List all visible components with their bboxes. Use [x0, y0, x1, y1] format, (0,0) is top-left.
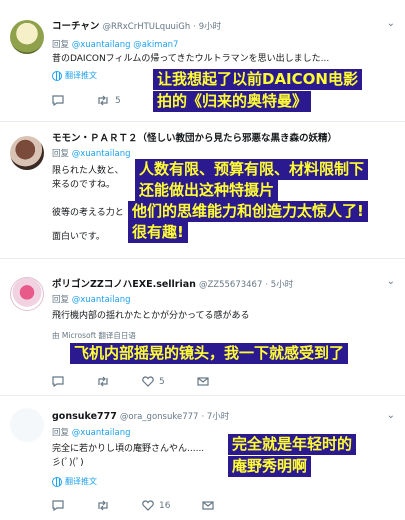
caption-line: 完全就是年轻时的 [228, 434, 357, 455]
mention-link[interactable]: @xuantailang [72, 295, 131, 305]
tweet-text-line: 彼等の考える力と [52, 208, 124, 218]
heart-icon [142, 376, 154, 387]
message-button[interactable] [202, 500, 215, 511]
mail-icon [197, 377, 209, 386]
like-button[interactable]: 5 [142, 376, 165, 387]
timestamp[interactable]: · 9小时 [193, 22, 221, 32]
reply-button[interactable] [52, 500, 64, 511]
author-row: モモン・ＰＡＲＴ２（怪しい教団から見たら邪悪な黒き森の妖精） [52, 130, 337, 144]
caption-line: 拍的《归来的奥特曼》 [153, 91, 312, 112]
caption-line: 飞机内部摇晃的镜头，我一下就感受到了 [70, 343, 349, 364]
retweet-button[interactable]: 5 [96, 95, 121, 106]
reply-icon [52, 500, 64, 511]
author-name[interactable]: コーチャン [52, 21, 99, 32]
like-count: 5 [159, 376, 165, 387]
caption-line: 他们的思维能力和创造力太惊人了! [128, 201, 368, 222]
caption-line: 很有趣! [128, 222, 188, 243]
avatar[interactable] [10, 136, 44, 170]
tweet-text-line: 限られた人数と、 [52, 166, 124, 176]
translate-label: 翻译推文 [65, 71, 97, 80]
reply-prefix: 回复 [52, 428, 70, 438]
translate-note[interactable]: 由 Microsoft 翻译自日语 [52, 329, 136, 343]
reply-context: 回复 @xuantailang [52, 426, 131, 438]
retweet-icon [98, 376, 108, 387]
author-row: コーチャン @RRxCrHTULquuiGh · 9小时 [52, 18, 221, 32]
author-handle[interactable]: @RRxCrHTULquuiGh [102, 22, 190, 32]
mention-link[interactable]: @xuantailang [72, 428, 131, 438]
author-name[interactable]: ポリゴンZZコノハEXE.sellrian [52, 279, 196, 290]
tweet-text-line: 来るのですね。 [52, 180, 116, 190]
tweet-1[interactable]: コーチャン @RRxCrHTULquuiGh · 9小时 ⌄ 回复 @xuant… [0, 0, 405, 122]
caption-line: 庵野秀明啊 [228, 456, 312, 477]
caption-line: 还能做出这种特摄片 [135, 180, 279, 201]
tweet-3[interactable]: ポリゴンZZコノハEXE.sellrian @ZZ55673467 · 5小时 … [0, 259, 405, 396]
retweet-icon [98, 500, 108, 511]
tweet-text: 飛行機内部の揺れかたとかが分かってる感がある [52, 311, 250, 321]
reply-prefix: 回复 [52, 295, 70, 305]
reply-prefix: 回复 [52, 149, 70, 159]
author-name[interactable]: gonsuke777 [52, 411, 117, 422]
caption-line: 人数有限、预算有限、材料限制下 [135, 159, 369, 180]
author-name[interactable]: モモン・ＰＡＲＴ２（怪しい教団から見たら邪悪な黒き森の妖精） [52, 133, 337, 144]
heart-icon [142, 500, 154, 511]
translate-link[interactable]: 翻译推文 [52, 476, 97, 487]
mail-icon [202, 501, 215, 510]
avatar[interactable] [10, 20, 44, 54]
globe-icon [52, 70, 62, 81]
reply-icon [52, 376, 64, 387]
mention-link[interactable]: @xuantailang [72, 149, 131, 159]
tweet-4[interactable]: gonsuke777 @ora_gonsuke777 · 7小时 ⌄ 回复 @x… [0, 396, 405, 520]
tweet-thread: コーチャン @RRxCrHTULquuiGh · 9小时 ⌄ 回复 @xuant… [0, 0, 405, 520]
tweet-text: 昔のDAICONフィルムの帰ってきたウルトラマンを思い出しました... [52, 54, 330, 64]
tweet-actions: 16 [52, 500, 246, 511]
timestamp[interactable]: · 7小时 [201, 412, 229, 422]
chevron-down-icon[interactable]: ⌄ [387, 410, 395, 421]
tweet-2[interactable]: モモン・ＰＡＲＴ２（怪しい教団から見たら邪悪な黒き森の妖精） 回复 @xuant… [0, 122, 405, 259]
message-button[interactable] [197, 376, 209, 387]
translate-link[interactable]: 翻译推文 [52, 70, 97, 81]
tweet-text-line: 完全に若かりし頃の庵野さんやん...... [52, 444, 205, 454]
retweet-button[interactable] [96, 500, 110, 511]
author-handle[interactable]: @ora_gonsuke777 [120, 412, 199, 422]
mention-link[interactable]: @xuantailang @akiman7 [72, 40, 179, 50]
reply-prefix: 回复 [52, 40, 70, 50]
tweet-text-line: 彡(ﾟ)(ﾟ) [52, 458, 84, 468]
reply-icon [52, 95, 64, 106]
like-button[interactable]: 16 [142, 500, 170, 511]
tweet-actions: 5 [52, 376, 241, 387]
avatar[interactable] [10, 408, 44, 442]
chevron-down-icon[interactable]: ⌄ [387, 276, 395, 287]
avatar[interactable] [10, 277, 44, 311]
retweet-count: 5 [115, 95, 121, 106]
author-row: ポリゴンZZコノハEXE.sellrian @ZZ55673467 · 5小时 [52, 276, 293, 290]
caption-line: 让我想起了以前DAICON电影 [153, 69, 362, 90]
reply-button[interactable] [52, 376, 64, 387]
retweet-button[interactable] [96, 376, 110, 387]
timestamp[interactable]: · 5小时 [265, 280, 293, 290]
retweet-icon [98, 95, 108, 106]
translate-label: 翻译推文 [65, 477, 97, 486]
author-row: gonsuke777 @ora_gonsuke777 · 7小时 [52, 410, 229, 422]
author-handle[interactable]: @ZZ55673467 [199, 280, 262, 290]
reply-context: 回复 @xuantailang [52, 147, 131, 159]
tweet-text-line: 面白いです。 [52, 232, 105, 242]
like-count: 16 [159, 500, 171, 511]
reply-context: 回复 @xuantailang @akiman7 [52, 38, 178, 50]
chevron-down-icon[interactable]: ⌄ [387, 18, 395, 29]
reply-context: 回复 @xuantailang [52, 293, 131, 305]
globe-icon [52, 476, 62, 487]
reply-button[interactable] [52, 95, 64, 106]
